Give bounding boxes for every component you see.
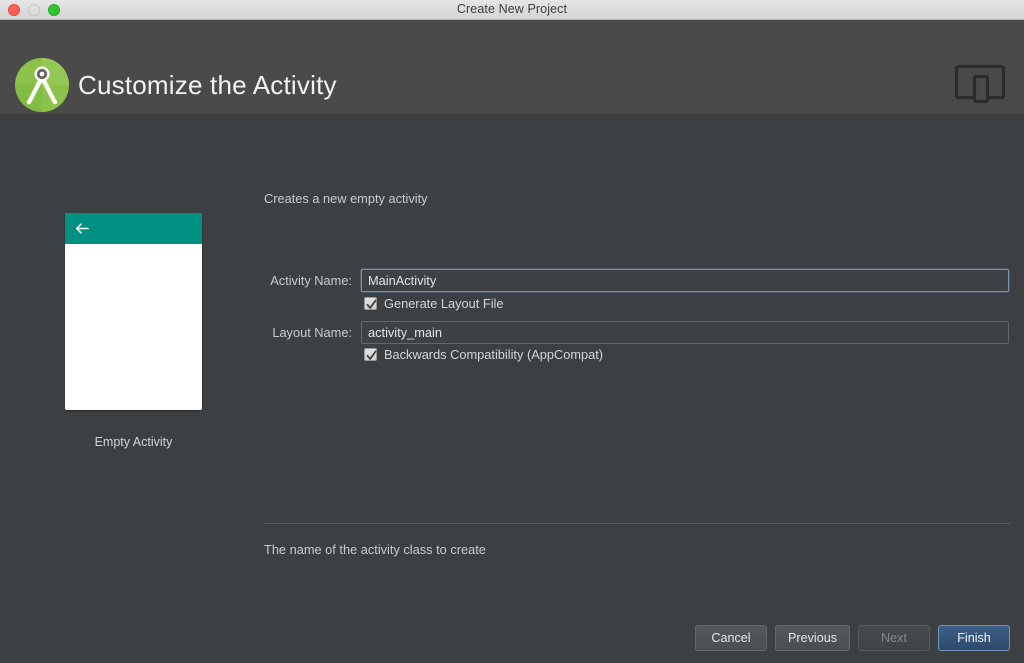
next-button: Next — [858, 625, 930, 651]
preview-content-area — [65, 244, 202, 410]
finish-button[interactable]: Finish — [938, 625, 1010, 651]
wizard-button-row: Cancel Previous Next Finish — [695, 625, 1010, 651]
activity-preview: Empty Activity — [65, 213, 202, 449]
minimize-window-icon[interactable] — [28, 4, 40, 16]
previous-button[interactable]: Previous — [775, 625, 850, 651]
devices-preview-icon[interactable] — [954, 62, 1006, 106]
layout-name-row: Layout Name: — [264, 320, 1009, 344]
preview-appbar — [65, 213, 202, 244]
generate-layout-file-checkbox[interactable] — [364, 297, 377, 310]
layout-name-label: Layout Name: — [264, 325, 361, 340]
generate-layout-file-checkbox-row[interactable]: Generate Layout File — [364, 296, 504, 311]
wizard-header: Customize the Activity — [0, 20, 1024, 115]
field-hint-text: The name of the activity class to create — [264, 542, 486, 557]
checkmark-icon — [366, 298, 377, 310]
section-divider — [264, 523, 1010, 524]
window-title: Create New Project — [0, 0, 1024, 19]
checkmark-icon — [366, 349, 377, 361]
generate-layout-file-label: Generate Layout File — [384, 296, 504, 311]
activity-preview-thumbnail — [65, 213, 202, 410]
wizard-footer: Cancel Previous Next Finish — [0, 625, 1024, 663]
activity-name-label: Activity Name: — [264, 273, 361, 288]
create-new-project-dialog: Create New Project Customize the Activit… — [0, 0, 1024, 663]
page-title: Customize the Activity — [78, 70, 337, 101]
zoom-window-icon[interactable] — [48, 4, 60, 16]
window-controls — [8, 0, 60, 20]
wizard-body: Empty Activity Creates a new empty activ… — [0, 116, 1024, 663]
layout-name-input[interactable] — [361, 321, 1009, 344]
activity-name-row: Activity Name: — [264, 268, 1009, 292]
close-window-icon[interactable] — [8, 4, 20, 16]
activity-name-input[interactable] — [361, 269, 1009, 292]
back-arrow-icon — [74, 221, 90, 236]
cancel-button[interactable]: Cancel — [695, 625, 767, 651]
window-titlebar: Create New Project — [0, 0, 1024, 20]
backwards-compatibility-checkbox-row[interactable]: Backwards Compatibility (AppCompat) — [364, 347, 603, 362]
activity-description: Creates a new empty activity — [264, 191, 428, 206]
backwards-compatibility-checkbox[interactable] — [364, 348, 377, 361]
backwards-compatibility-label: Backwards Compatibility (AppCompat) — [384, 347, 603, 362]
activity-preview-caption: Empty Activity — [65, 435, 202, 449]
android-studio-logo-icon — [13, 56, 71, 114]
